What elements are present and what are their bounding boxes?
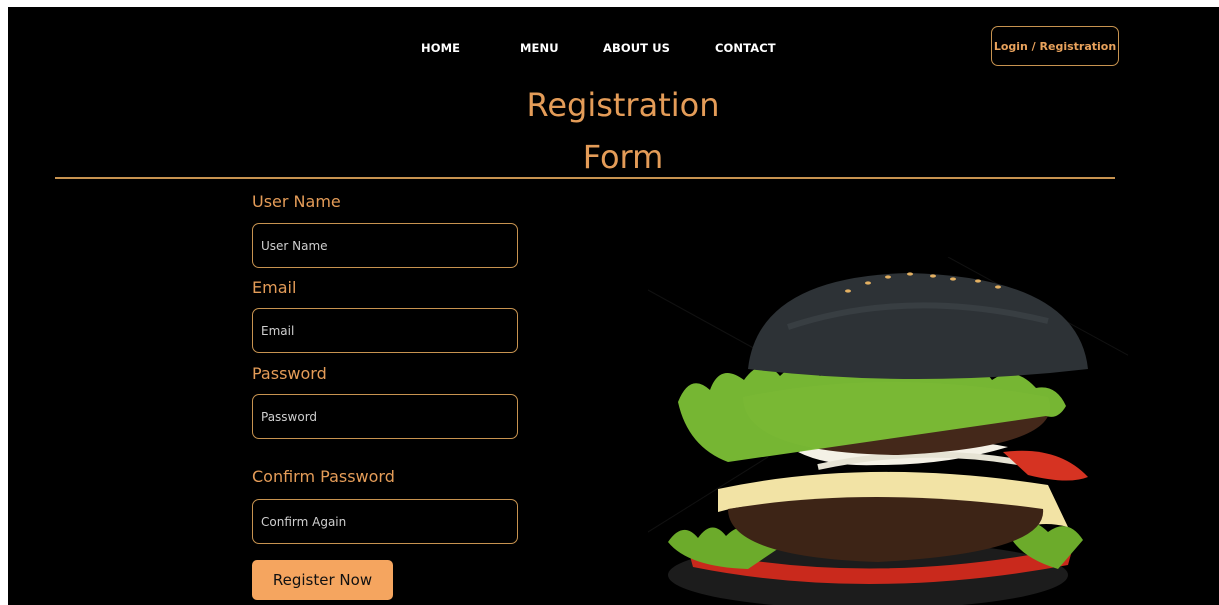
- register-now-button[interactable]: Register Now: [252, 560, 393, 600]
- nav-contact-link[interactable]: CONTACT: [715, 41, 776, 55]
- login-registration-button[interactable]: Login / Registration: [991, 26, 1119, 66]
- page-title-line1: Registration: [526, 86, 720, 124]
- password-label: Password: [252, 364, 327, 383]
- confirm-password-input[interactable]: [252, 499, 518, 544]
- nav-about-link[interactable]: ABOUT US: [603, 41, 670, 55]
- password-input[interactable]: [252, 394, 518, 439]
- email-input[interactable]: [252, 308, 518, 353]
- username-input[interactable]: [252, 223, 518, 268]
- page: HOME MENU ABOUT US CONTACT Login / Regis…: [8, 7, 1219, 605]
- confirm-password-label: Confirm Password: [252, 467, 395, 486]
- burger-icon: [648, 257, 1128, 605]
- nav-home-link[interactable]: HOME: [421, 41, 460, 55]
- email-label: Email: [252, 278, 297, 297]
- title-divider: [55, 177, 1115, 179]
- page-title: Registration Form: [468, 79, 778, 183]
- page-title-line2: Form: [582, 138, 664, 176]
- username-label: User Name: [252, 192, 341, 211]
- nav-menu-link[interactable]: MENU: [520, 41, 559, 55]
